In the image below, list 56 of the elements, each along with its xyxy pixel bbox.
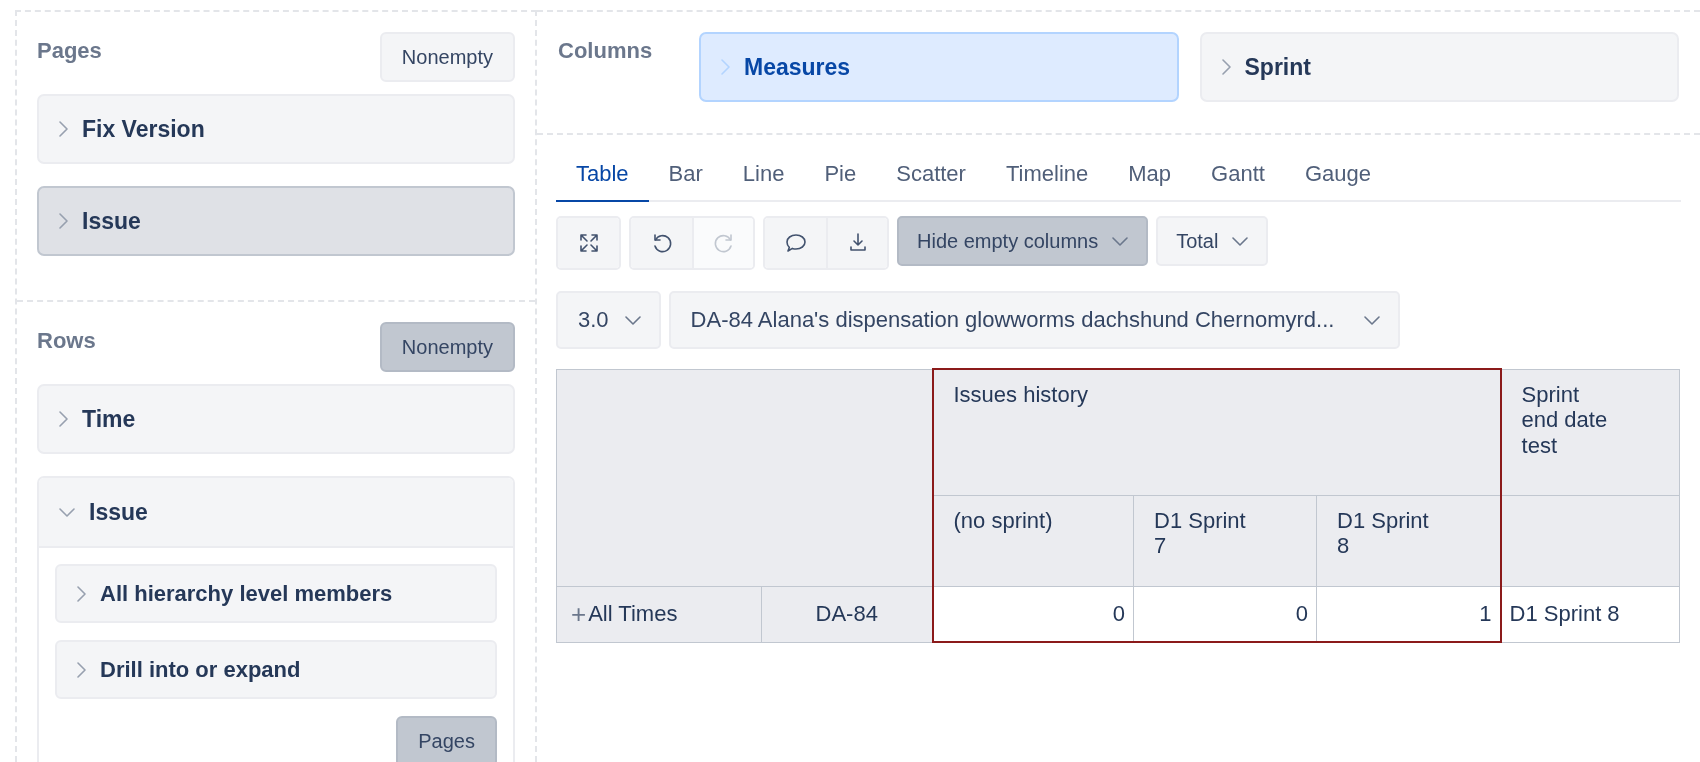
chevron-right-icon [59, 411, 68, 427]
section-title: Rows [37, 328, 96, 354]
value-cell: 0 [1133, 586, 1317, 642]
value-cell: 1 [1316, 586, 1501, 642]
column-group-header: Issues history [932, 369, 1501, 495]
view-tab[interactable]: Line [722, 151, 805, 202]
hide-empty-dropdown[interactable]: Hide empty columns [897, 216, 1149, 266]
total-dropdown[interactable]: Total [1156, 216, 1269, 266]
chevron-right-icon [77, 661, 86, 678]
view-tab[interactable]: Map [1108, 151, 1192, 202]
row-header: DA-84 [761, 586, 933, 642]
chevron-right-icon [1221, 59, 1231, 75]
dimension-item[interactable]: Fix Version [37, 94, 515, 164]
section-title: Pages [37, 38, 102, 64]
dimension-item[interactable]: Sprint [1199, 32, 1679, 102]
view-tab[interactable]: Bar [648, 151, 723, 202]
caret-down-icon [1112, 236, 1129, 246]
dimension-item[interactable]: Issue [37, 186, 515, 256]
column-header: D1 Sprint 7 [1133, 495, 1317, 586]
move-to-pages-button[interactable]: Pages [396, 716, 497, 762]
view-tab[interactable]: Scatter [876, 151, 986, 202]
dimension-option[interactable]: All hierarchy level members [55, 564, 497, 623]
chevron-right-icon [77, 585, 86, 602]
nonempty-toggle[interactable]: Nonempty [379, 32, 515, 82]
section-title: Columns [558, 38, 654, 64]
dimension-option[interactable]: Drill into or expand [55, 640, 497, 699]
view-tab[interactable]: Gantt [1191, 151, 1285, 202]
dimension-item[interactable]: Time [37, 384, 515, 454]
value-cell: 0 [932, 586, 1134, 642]
comment-button[interactable] [765, 218, 826, 268]
nonempty-toggle[interactable]: Nonempty [379, 322, 515, 372]
chevron-right-icon [59, 121, 68, 137]
fullscreen-button[interactable] [558, 218, 619, 268]
page-filter-dropdown[interactable]: DA-84 Alana's dispensation glowworms dachshund Chernomyrd... [668, 291, 1401, 349]
view-tab[interactable]: Table [556, 151, 649, 202]
speech-bubble-icon [783, 231, 808, 255]
value-cell: D1 Sprint 8 [1500, 586, 1680, 642]
view-tab[interactable]: Gauge [1284, 151, 1391, 202]
column-header: D1 Sprint 8 [1316, 495, 1501, 586]
row-label: All Times [588, 600, 678, 626]
download-button[interactable] [826, 218, 887, 268]
caret-down-icon [1232, 236, 1249, 246]
chevron-right-icon [59, 213, 68, 229]
chevron-down-icon [59, 507, 75, 517]
view-tab[interactable]: Pie [804, 151, 877, 202]
chevron-right-icon [721, 59, 730, 75]
view-tab[interactable]: Timeline [985, 151, 1109, 202]
dimension-item[interactable]: Measures [699, 32, 1179, 102]
page-filter-dropdown[interactable]: 3.0 [556, 291, 661, 349]
column-header: Sprint end date test [1500, 369, 1680, 495]
row-expand-button[interactable]: + [571, 598, 587, 630]
caret-down-icon [1364, 315, 1381, 325]
dimension-header[interactable]: Issue [39, 478, 513, 548]
undo-button[interactable] [631, 218, 692, 268]
column-header: (no sprint) [932, 495, 1134, 586]
caret-down-icon [624, 315, 641, 325]
